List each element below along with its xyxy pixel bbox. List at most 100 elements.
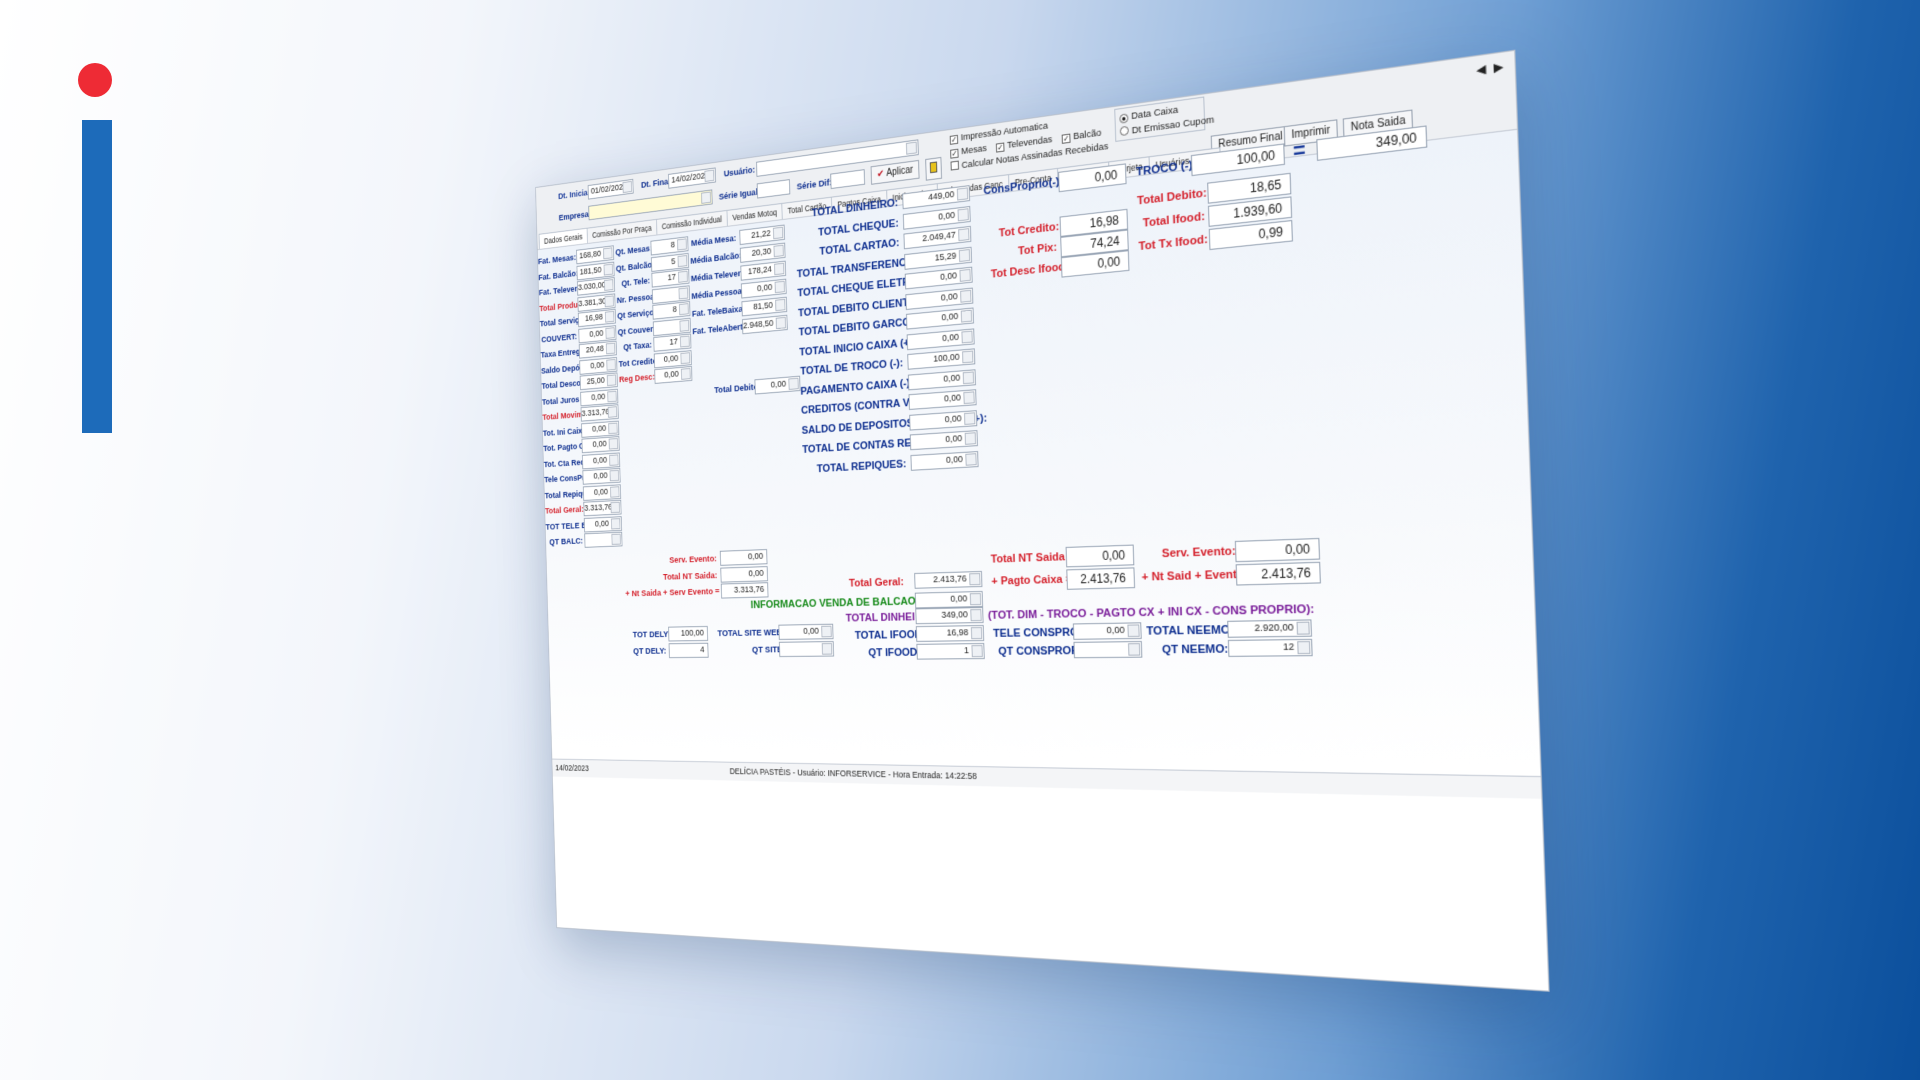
col4-label-9: PAGAMENTO CAIXA (-): xyxy=(800,376,914,398)
qt-ifood-field[interactable]: 1 xyxy=(916,643,985,660)
col2-field-6[interactable]: 17 xyxy=(653,333,692,352)
col3-label-4: Fat. TeleBaixada: xyxy=(691,302,755,320)
tot-credito-label: Tot Credito: xyxy=(998,220,1060,240)
col2-label-4: Qt Serviço: xyxy=(617,307,657,322)
qt-consprop-field[interactable] xyxy=(1073,641,1143,659)
qt-dely-field[interactable]: 4 xyxy=(668,642,709,659)
col1-field-7[interactable]: 0,00 xyxy=(579,356,618,375)
total-debito-small-field[interactable]: 0,00 xyxy=(754,375,801,395)
col1-label-13: Tot. Cta Recebida: xyxy=(543,455,606,470)
cashier-report-window: ◀ ▶ Dt. Inicial: 01/02/2023 Dt. Final: 1… xyxy=(535,49,1550,992)
total-geral-field[interactable]: 2.413,76 xyxy=(914,570,983,589)
dt-final-field[interactable]: 14/02/2023 xyxy=(668,167,717,189)
serie-igual-field[interactable] xyxy=(756,179,791,199)
col4-field-2[interactable]: 2.049,47 xyxy=(903,225,972,250)
col2-field-7[interactable]: 0,00 xyxy=(653,349,692,368)
total-nt-saida-field[interactable]: 0,00 xyxy=(1065,544,1135,568)
total-geral-label: Total Geral: xyxy=(848,576,905,590)
col3-field-5[interactable]: 2.948,50 xyxy=(742,314,788,335)
col2b-field-1[interactable]: 0,00 xyxy=(720,565,768,583)
qt-site-field[interactable] xyxy=(778,641,835,658)
dt-inicial-field[interactable]: 01/02/2023 xyxy=(587,178,634,200)
chevron-down-icon xyxy=(701,191,711,204)
col4-field-5[interactable]: 0,00 xyxy=(905,287,974,310)
total-dinheiro-2-field[interactable]: 349,00 xyxy=(915,606,984,625)
empresa-label: Empresa: xyxy=(558,209,592,224)
col4-field-4[interactable]: 0,00 xyxy=(904,266,973,290)
total-neemo-field[interactable]: 2.920,00 xyxy=(1227,619,1313,638)
col2b-label-1: Total NT Saida: xyxy=(663,570,718,583)
col4-label-7: TOTAL INICIO CAIXA (+): xyxy=(799,336,917,359)
col4-field-11[interactable]: 0,00 xyxy=(909,409,978,431)
info-balcao-field[interactable]: 0,00 xyxy=(914,590,984,609)
col1-field-14[interactable]: 0,00 xyxy=(582,467,621,485)
col4-field-9[interactable]: 0,00 xyxy=(907,368,976,390)
col1-field-12[interactable]: 0,00 xyxy=(581,436,620,454)
col2-field-8[interactable]: 0,00 xyxy=(654,365,693,384)
col2-label-0: Qt. Mesas: xyxy=(615,243,653,258)
total-nt-saida-label: Total NT Saida: xyxy=(990,550,1069,566)
check-icon: ✔ xyxy=(876,168,885,181)
pagto-caixa-field[interactable]: 2.413,76 xyxy=(1066,567,1136,590)
col1-label-8: Total Descontos: xyxy=(541,376,599,392)
usuario-label: Usuário: xyxy=(723,164,756,180)
chevron-down-icon xyxy=(905,141,917,155)
col4-label-5: TOTAL DEBITO CLIENTE: xyxy=(797,295,919,319)
col3-field-2[interactable]: 178,24 xyxy=(740,260,787,281)
col4-field-6[interactable]: 0,00 xyxy=(906,307,974,330)
col2b-field-2[interactable]: 3.313,76 xyxy=(720,582,769,599)
col1-field-11[interactable]: 0,00 xyxy=(581,420,620,438)
col2b-field-0[interactable]: 0,00 xyxy=(719,549,768,566)
serv-evento-label: Serv. Evento: xyxy=(1161,545,1237,561)
col1-label-16: Total Geral: xyxy=(545,504,584,517)
col1-field-13[interactable]: 0,00 xyxy=(581,452,621,469)
col3-label-3: Média Pessoa: xyxy=(691,285,745,302)
tot-dely-label: TOT DELY: xyxy=(632,629,671,641)
apply-button[interactable]: ✔ Aplicar xyxy=(870,159,920,185)
tele-consprop-field[interactable]: 0,00 xyxy=(1072,622,1142,640)
col1-label-1: Fat. Balcão: xyxy=(538,268,579,283)
col3-field-1[interactable]: 20,30 xyxy=(739,242,786,263)
scroll-right-icon[interactable]: ▶ xyxy=(1493,59,1503,75)
col4-field-13[interactable]: 0,00 xyxy=(910,450,979,471)
col3-field-0[interactable]: 21,22 xyxy=(739,224,785,246)
serie-dif-field[interactable] xyxy=(830,169,866,190)
scroll-left-icon[interactable]: ◀ xyxy=(1476,62,1486,78)
col4-field-12[interactable]: 0,00 xyxy=(909,430,978,451)
col4-field-8[interactable]: 100,00 xyxy=(907,348,976,370)
total-site-web-field[interactable]: 0,00 xyxy=(778,623,834,640)
col1-label-9: Total Juros Cli: xyxy=(541,393,593,408)
total-ifood-field[interactable]: 16,98 xyxy=(915,624,985,642)
col4-field-3[interactable]: 15,29 xyxy=(904,246,973,270)
col4-field-7[interactable]: 0,00 xyxy=(906,327,975,350)
qt-neemo-field[interactable]: 12 xyxy=(1227,638,1313,657)
col1-field-10[interactable]: 3.313,76 xyxy=(580,404,619,422)
col1-field-8[interactable]: 25,00 xyxy=(579,372,618,391)
col1-field-18[interactable] xyxy=(584,531,623,548)
tot-dely-field[interactable]: 100,00 xyxy=(668,625,709,642)
mesas-checkbox[interactable]: ✓ Mesas xyxy=(950,143,987,159)
total-debito-label: Total Debito: xyxy=(1136,186,1208,208)
col1-label-4: Total Serviços: xyxy=(539,314,590,330)
col3-label-1: Média Balcão: xyxy=(690,250,742,267)
col1-label-15: Total Repiques: xyxy=(544,487,598,501)
col2-field-5[interactable] xyxy=(652,317,691,336)
col1-field-9[interactable]: 0,00 xyxy=(580,388,619,406)
col1-field-6[interactable]: 20,48 xyxy=(578,340,617,359)
equals-sign: = xyxy=(1292,138,1306,164)
col3-field-4[interactable]: 81,50 xyxy=(741,296,788,317)
col2-label-7: Tot Credito: xyxy=(618,355,660,370)
col4-field-10[interactable]: 0,00 xyxy=(908,389,977,410)
col4-field-1[interactable]: 0,00 xyxy=(902,205,971,230)
exit-door-icon[interactable] xyxy=(925,156,943,181)
col1-label-14: Tele ConsProprio: xyxy=(544,471,606,486)
col3-field-3[interactable]: 0,00 xyxy=(740,278,787,299)
serv-evento-field[interactable]: 0,00 xyxy=(1234,537,1321,563)
col1-label-10: Total Movimento: xyxy=(542,408,601,423)
col1-field-16[interactable]: 3.313,76 xyxy=(583,499,622,517)
nt-said-evento-field[interactable]: 2.413,76 xyxy=(1235,561,1321,586)
col1-label-11: Tot. Ini Caixa: xyxy=(542,425,589,439)
col1-field-17[interactable]: 0,00 xyxy=(583,515,623,533)
qt-dely-label: QT DELY: xyxy=(633,646,667,657)
col1-field-15[interactable]: 0,00 xyxy=(582,483,622,501)
